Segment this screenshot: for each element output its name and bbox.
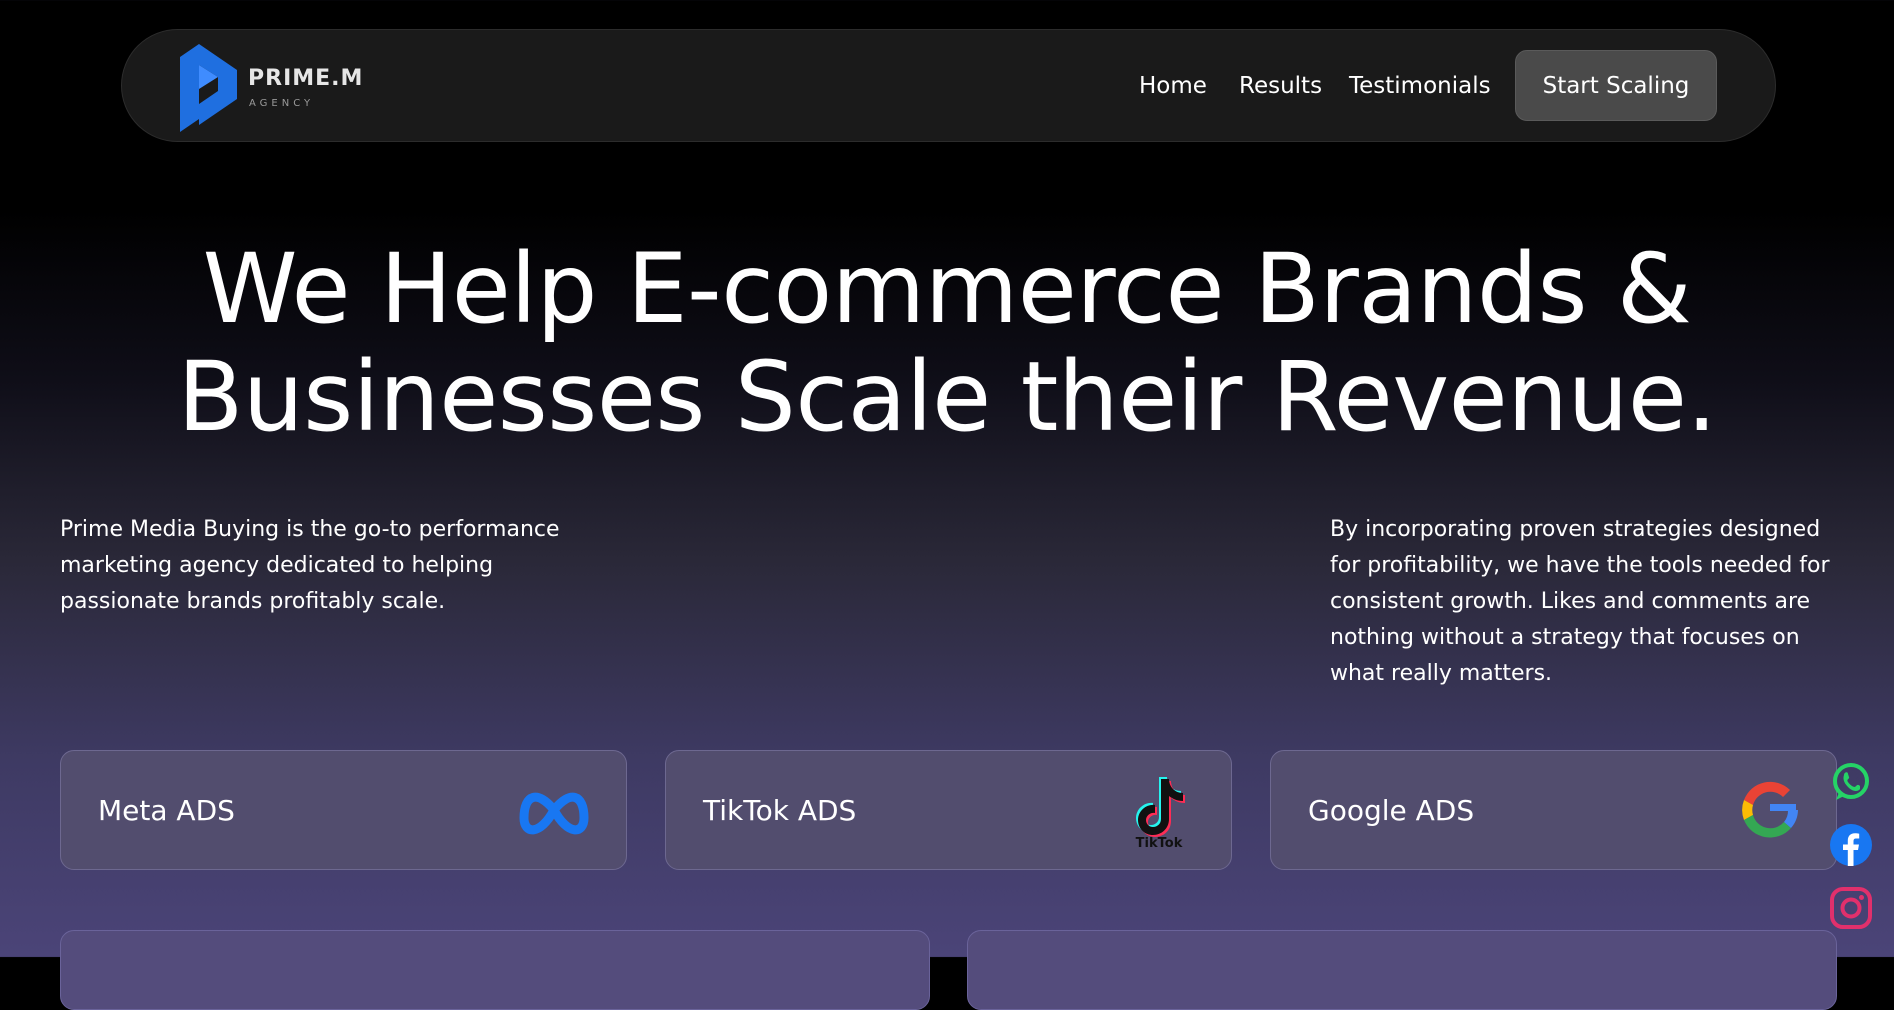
instagram-icon[interactable] — [1829, 886, 1873, 930]
google-icon — [1742, 781, 1798, 838]
hero-title-line-2: Businesses Scale their Revenue. — [177, 341, 1717, 453]
service-label: Meta ADS — [98, 794, 235, 827]
meta-icon — [519, 792, 589, 835]
service-label: TikTok ADS — [703, 794, 857, 827]
tiktok-icon: TikTok — [1136, 777, 1185, 849]
tiktok-icon-text: TikTok — [1136, 836, 1183, 849]
nav-link-home[interactable]: Home — [1139, 71, 1207, 101]
service-label: Google ADS — [1308, 794, 1475, 827]
whatsapp-icon[interactable] — [1829, 760, 1873, 804]
service-card-tiktok[interactable]: TikTok ADS TikTok — [665, 750, 1232, 870]
service-card-lower-left[interactable] — [60, 930, 930, 1010]
service-card-lower-right[interactable] — [967, 930, 1837, 1010]
intro-text-left: Prime Media Buying is the go-to performa… — [60, 517, 560, 614]
facebook-icon[interactable] — [1829, 823, 1873, 867]
nav-link-testimonials[interactable]: Testimonials — [1349, 71, 1491, 101]
service-card-google[interactable]: Google ADS — [1270, 750, 1837, 870]
start-scaling-button[interactable]: Start Scaling — [1515, 50, 1717, 121]
main-nav: Home Results Testimonials Start Scaling — [122, 30, 1775, 143]
intro-text-right: By incorporating proven strategies desig… — [1330, 517, 1830, 686]
top-navbar: PRIME.M AGENCY Home Results Testimonials… — [121, 29, 1776, 142]
hero-title-line-1: We Help E-commerce Brands & — [202, 233, 1692, 345]
service-card-meta[interactable]: Meta ADS — [60, 750, 627, 870]
nav-link-results[interactable]: Results — [1239, 71, 1322, 101]
hero-title: We Help E-commerce Brands & Businesses S… — [0, 235, 1894, 451]
